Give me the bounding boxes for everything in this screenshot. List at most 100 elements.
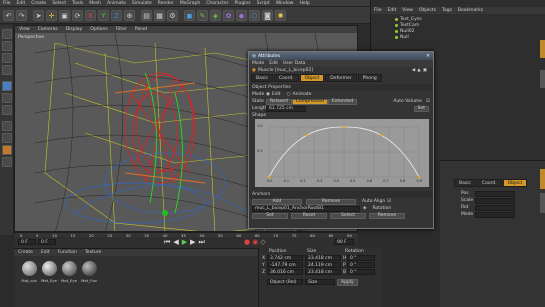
om-menu-file[interactable]: File — [374, 8, 382, 13]
material-menu-edit[interactable]: Edit — [41, 250, 50, 255]
side-tab-structure[interactable] — [540, 70, 545, 88]
om-menu-tags[interactable]: Tags — [442, 8, 452, 13]
play-icon[interactable]: ▶ — [182, 238, 190, 246]
make-editable-icon[interactable] — [2, 29, 12, 39]
tweak-icon[interactable] — [2, 133, 12, 143]
add-anchor-button[interactable]: Add — [252, 198, 302, 205]
menu-character[interactable]: Character — [206, 1, 228, 6]
enable-axis-icon[interactable] — [2, 121, 12, 131]
coordinate-system-icon[interactable]: ⊕ — [124, 10, 135, 21]
menu-file[interactable]: File — [3, 1, 11, 6]
go-to-end-icon[interactable]: ⏭ — [198, 238, 207, 246]
camera-icon[interactable]: ◙ — [262, 10, 273, 21]
render-picture-viewer-icon[interactable]: ▦ — [154, 10, 165, 21]
tab-phong[interactable]: Phong — [357, 74, 382, 82]
viewport-menu-filter[interactable]: Filter — [116, 27, 127, 32]
texture-mode-icon[interactable] — [2, 53, 12, 63]
radio-edit-icon[interactable]: ◉ — [266, 92, 270, 97]
pen-icon[interactable]: ✎ — [197, 10, 208, 21]
frame-end-field[interactable]: 90 F — [334, 239, 354, 245]
menu-select[interactable]: Select — [52, 1, 66, 6]
attr-menu-mode[interactable]: Mode — [252, 61, 264, 66]
position-x-field[interactable]: 3.742 cm — [267, 255, 303, 261]
edges-mode-icon[interactable] — [2, 93, 12, 103]
remove-anchor-button[interactable]: Remove — [306, 198, 356, 205]
material-menu-texture[interactable]: Texture — [85, 250, 101, 255]
pick-icon[interactable]: ◈ — [363, 206, 366, 211]
right-tab-basic[interactable]: Basic — [454, 179, 476, 187]
state-extended-button[interactable]: Extended — [327, 98, 358, 105]
model-mode-icon[interactable] — [2, 41, 12, 51]
shape-curve-editor[interactable]: 1.0 0.5 0.0 0.1 0.2 0.3 0.4 0.5 0.6 0.7 0.8 0.9 — [255, 119, 429, 187]
frame-current-field[interactable]: 0 F — [38, 239, 56, 245]
anchor-reset-button[interactable]: Reset — [291, 212, 327, 219]
rotate-icon[interactable]: ⟳ — [72, 10, 83, 21]
attr-menu-user-data[interactable]: User Data — [283, 61, 305, 66]
workplane-icon[interactable] — [2, 157, 12, 167]
anchor-select-button[interactable]: Select — [330, 212, 366, 219]
state-relaxed-button[interactable]: Relaxed — [266, 98, 292, 105]
auto-volume-checkbox-icon[interactable]: ☑ — [426, 99, 430, 104]
material-swatch[interactable] — [42, 261, 57, 276]
subdivision-icon[interactable]: ◈ — [210, 10, 221, 21]
close-icon[interactable]: ✕ — [426, 54, 430, 59]
rotation-b-field[interactable]: 0 ° — [347, 269, 375, 275]
menu-tools[interactable]: Tools — [72, 1, 83, 6]
menu-mesh[interactable]: Mesh — [89, 1, 101, 6]
keyframe-icon[interactable]: ◇ — [260, 238, 267, 246]
material-menu-function[interactable]: Function — [58, 250, 77, 255]
attributes-dialog-titlebar[interactable]: ◎ Attributes ✕ — [249, 52, 433, 60]
radio-animate-icon[interactable]: ○ — [287, 92, 291, 97]
right-attr-field[interactable] — [475, 211, 515, 218]
menu-create[interactable]: Create — [31, 1, 46, 6]
viewport-menu-view[interactable]: View — [19, 27, 30, 32]
side-tab-layers[interactable] — [540, 193, 545, 213]
anchor-field[interactable]: muc_L_bicep01_AnchorRootB1 — [252, 205, 360, 212]
om-menu-objects[interactable]: Objects — [419, 8, 436, 13]
lock-icon[interactable]: ▣ — [423, 68, 429, 73]
viewport-menu-options[interactable]: Options — [90, 27, 107, 32]
side-tab-attributes[interactable] — [540, 169, 545, 189]
frame-start-field[interactable]: 0 F — [18, 239, 36, 245]
om-menu-edit[interactable]: Edit — [388, 8, 397, 13]
right-attr-field[interactable] — [475, 197, 515, 204]
tab-coord[interactable]: Coord. — [273, 74, 299, 82]
z-axis-icon[interactable]: Z — [111, 10, 122, 21]
size-y-field[interactable]: 24.119 cm — [305, 262, 341, 268]
deformer-icon[interactable]: ◆ — [236, 10, 247, 21]
y-axis-icon[interactable]: Y — [98, 10, 109, 21]
menu-script[interactable]: Script — [257, 1, 270, 6]
material-menu-create[interactable]: Create — [18, 250, 33, 255]
coordinate-mode-select[interactable]: Object (Rel) — [267, 279, 303, 285]
menu-plugins[interactable]: Plugins — [235, 1, 251, 6]
autokey-icon[interactable]: ◉ — [252, 238, 260, 246]
menu-simulate[interactable]: Simulate — [132, 1, 152, 6]
points-mode-icon[interactable] — [2, 81, 12, 91]
joint-handle[interactable] — [162, 210, 168, 216]
undo-icon[interactable]: ↶ — [3, 10, 14, 21]
viewport-menu-display[interactable]: Display — [66, 27, 83, 32]
go-to-start-icon[interactable]: ⏮ — [164, 238, 173, 246]
size-x-field[interactable]: 23.418 cm — [305, 255, 341, 261]
material-swatch[interactable] — [62, 261, 77, 276]
render-view-icon[interactable]: ▤ — [141, 10, 152, 21]
position-z-field[interactable]: 36.016 cm — [267, 269, 303, 275]
size-z-field[interactable]: 23.418 cm — [305, 269, 341, 275]
x-axis-icon[interactable]: X — [85, 10, 96, 21]
anchor-remove-button[interactable]: Remove — [369, 212, 405, 219]
right-attr-field[interactable] — [475, 204, 515, 211]
apply-button[interactable]: Apply — [337, 278, 358, 286]
material-swatch[interactable] — [22, 261, 37, 276]
anchor-set-button[interactable]: Set — [252, 212, 288, 219]
menu-mograph[interactable]: MoGraph — [180, 1, 200, 6]
rotation-h-field[interactable]: 0 ° — [347, 255, 375, 261]
cube-icon[interactable]: ◼ — [184, 10, 195, 21]
state-compressed-button[interactable]: Compressed — [291, 98, 328, 105]
rotation-p-field[interactable]: 0 ° — [347, 262, 375, 268]
viewport-menu-panel[interactable]: Panel — [135, 27, 147, 32]
axis-mode-icon[interactable] — [2, 65, 12, 75]
viewport-menu-cameras[interactable]: Cameras — [38, 27, 58, 32]
live-select-icon[interactable]: ➤ — [33, 10, 44, 21]
tree-item[interactable]: Null — [395, 35, 545, 41]
move-icon[interactable]: ✛ — [46, 10, 57, 21]
